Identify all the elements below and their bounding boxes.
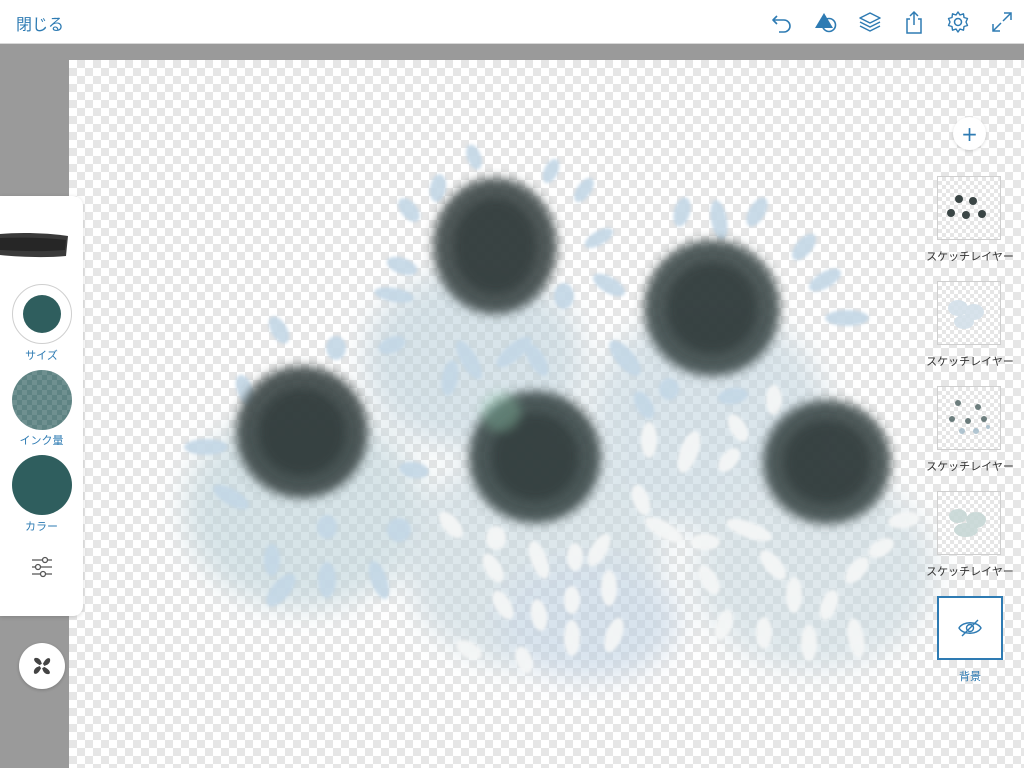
ink-amount-label: インク量 <box>19 434 64 447</box>
layer-thumbnail-3[interactable] <box>937 386 1001 450</box>
expand-icon[interactable] <box>988 8 1016 36</box>
layer-preview <box>948 300 984 329</box>
canvas-border-top <box>0 44 1024 60</box>
share-icon[interactable] <box>900 8 928 36</box>
size-control[interactable] <box>12 284 72 344</box>
layer-label-4: スケッチレイヤー <box>926 565 1014 578</box>
brush-tool-panel: サイズ インク量 カラー <box>0 196 83 616</box>
artwork <box>184 144 934 680</box>
layer-preview <box>947 195 986 219</box>
fan-button[interactable] <box>19 643 65 689</box>
brush-preview-icon[interactable] <box>0 230 68 260</box>
layer-label-2: スケッチレイヤー <box>926 355 1014 368</box>
size-indicator <box>23 295 61 333</box>
color-label: カラー <box>25 520 58 533</box>
shapes-icon[interactable] <box>812 8 840 36</box>
eye-slash-icon[interactable] <box>957 618 983 638</box>
add-layer-button[interactable]: + <box>953 117 986 150</box>
layer-thumbnail-2[interactable] <box>937 281 1001 345</box>
color-control[interactable] <box>12 455 72 515</box>
drawing-canvas[interactable] <box>69 60 1024 768</box>
layer-thumbnail-1[interactable] <box>937 176 1001 240</box>
layer-label-3: スケッチレイヤー <box>926 460 1014 473</box>
background-layer-label: 背景 <box>959 670 981 683</box>
layers-icon[interactable] <box>856 8 884 36</box>
ink-amount-control[interactable] <box>12 370 72 430</box>
top-toolbar: 閉じる <box>0 0 1024 44</box>
layer-preview <box>949 509 986 537</box>
layer-preview <box>949 400 990 434</box>
sliders-icon[interactable] <box>29 554 55 580</box>
undo-icon[interactable] <box>768 8 796 36</box>
layer-label-1: スケッチレイヤー <box>926 250 1014 263</box>
fan-icon <box>33 657 51 675</box>
close-button[interactable]: 閉じる <box>16 11 64 35</box>
background-layer-thumbnail[interactable] <box>937 596 1003 660</box>
gear-icon[interactable] <box>944 8 972 36</box>
size-label: サイズ <box>25 349 58 362</box>
layer-thumbnail-4[interactable] <box>937 491 1001 555</box>
